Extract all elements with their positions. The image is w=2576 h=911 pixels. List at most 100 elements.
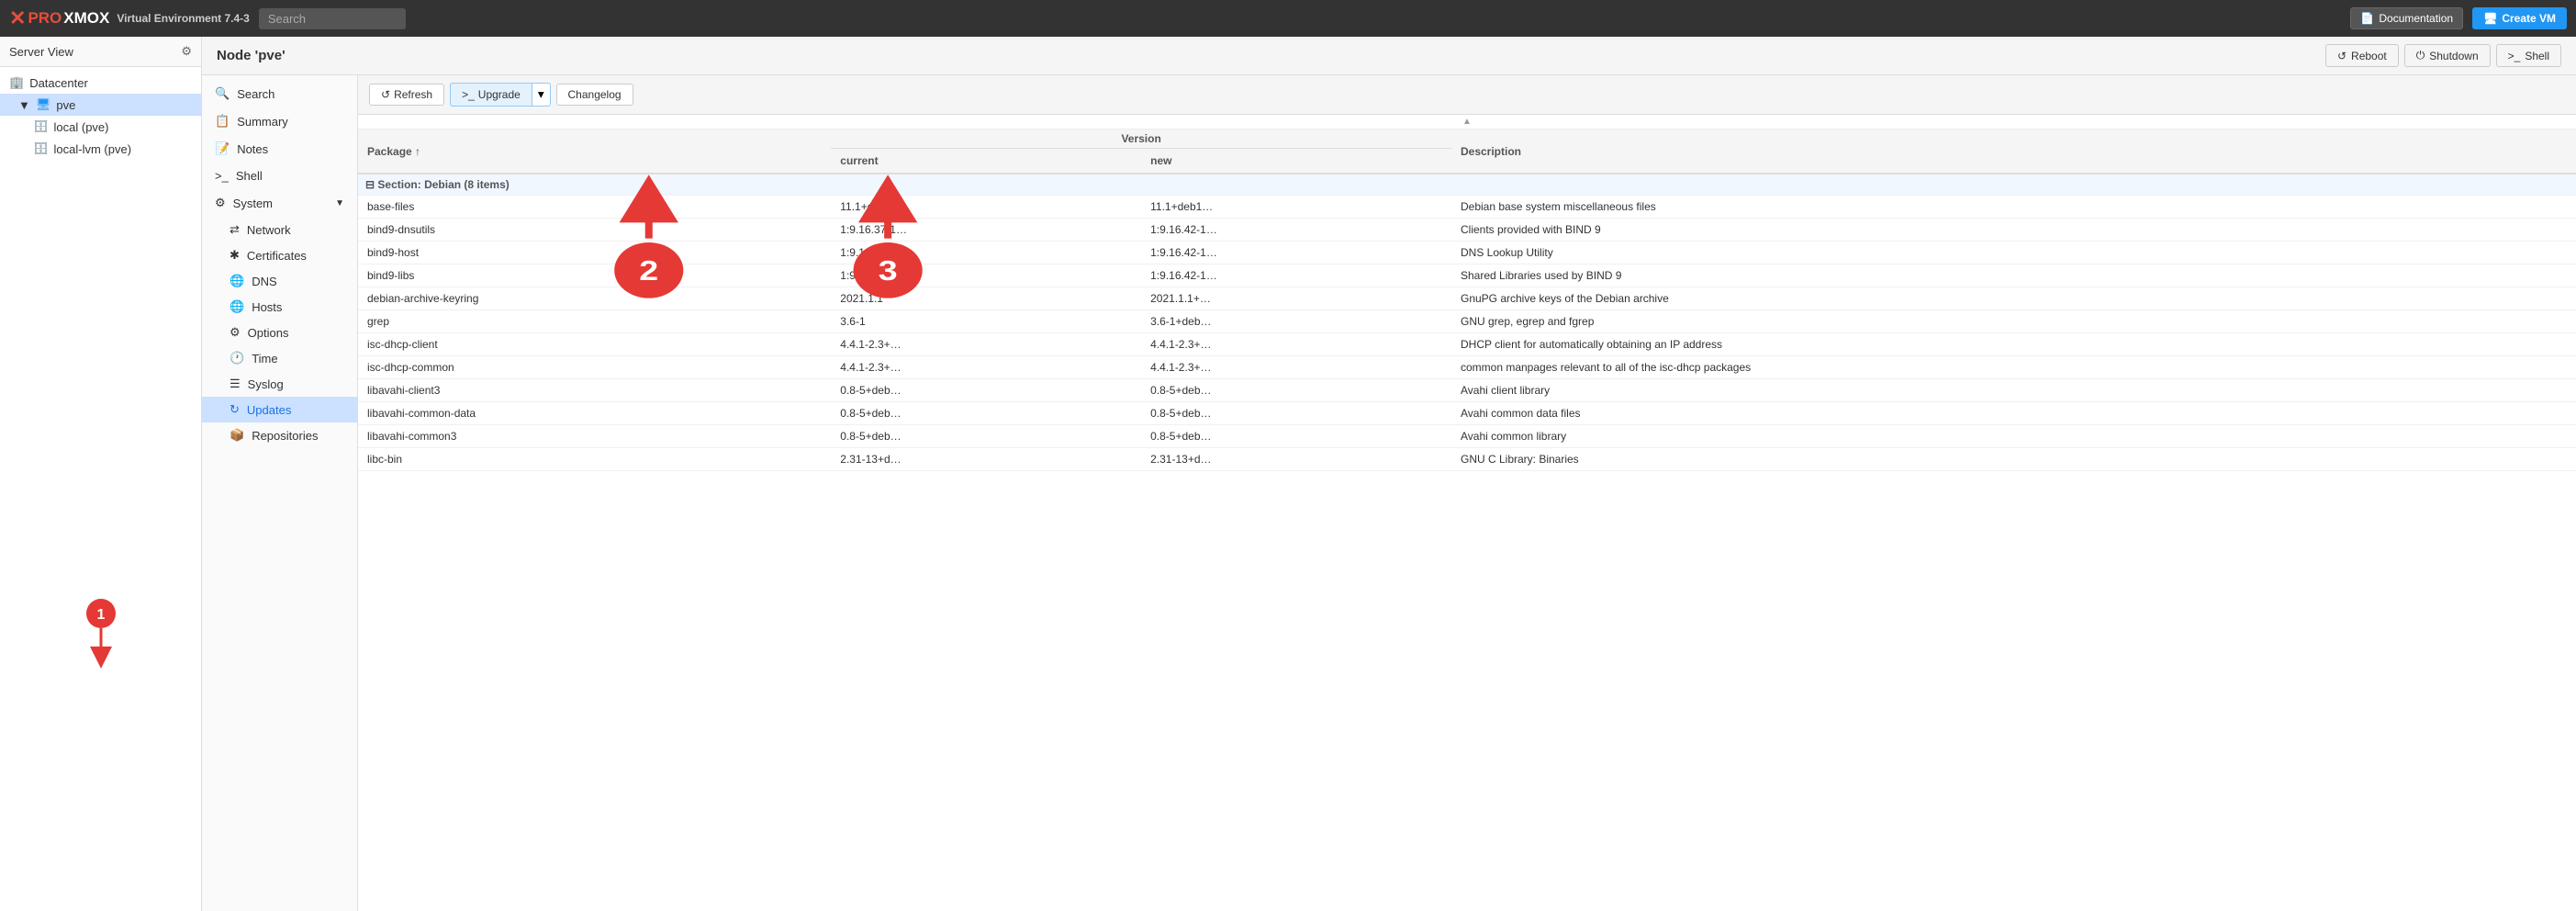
pkg-current: 1:9.16.37-1… [831, 242, 1141, 264]
power-icon: ⏻ [2416, 49, 2425, 62]
pkg-name: libavahi-common3 [358, 425, 831, 448]
nav-certificates[interactable]: ✱ Certificates [202, 242, 357, 268]
nav-dns[interactable]: 🌐 DNS [202, 268, 357, 294]
page-title: Node 'pve' [217, 48, 286, 63]
group-row: ⊟ Section: Debian (8 items) [358, 174, 2576, 196]
table-row[interactable]: grep 3.6-1 3.6-1+deb… GNU grep, egrep an… [358, 310, 2576, 333]
nav-search[interactable]: 🔍 Search [202, 80, 357, 107]
pkg-new: 4.4.1-2.3+… [1141, 333, 1451, 356]
col-package-header: Package ↑ [358, 129, 831, 174]
sidebar-item-local[interactable]: 🗄 local (pve) [0, 116, 201, 138]
table-row[interactable]: bind9-dnsutils 1:9.16.37-1… 1:9.16.42-1…… [358, 219, 2576, 242]
logo-x: ✕ [9, 6, 26, 30]
pkg-new: 2021.1.1+… [1141, 287, 1451, 310]
table-row[interactable]: debian-archive-keyring 2021.1.1 2021.1.1… [358, 287, 2576, 310]
package-panel: ↺ Refresh >_ Upgrade ▾ Changelog [358, 75, 2576, 911]
pkg-current: 0.8-5+deb… [831, 425, 1141, 448]
nav-shell[interactable]: >_ Shell [202, 163, 357, 189]
pkg-desc: GNU C Library: Binaries [1451, 448, 2576, 471]
table-row[interactable]: libavahi-common3 0.8-5+deb… 0.8-5+deb… A… [358, 425, 2576, 448]
pkg-new: 0.8-5+deb… [1141, 379, 1451, 402]
upgrade-button[interactable]: >_ Upgrade [450, 83, 532, 107]
scroll-indicator: ▲ [358, 115, 2576, 129]
package-table: Package ↑ Version Description cur [358, 129, 2576, 471]
dns-icon: 🌐 [230, 274, 244, 288]
table-row[interactable]: libc-bin 2.31-13+d… 2.31-13+d… GNU C Lib… [358, 448, 2576, 471]
shell-button[interactable]: >_ Shell [2496, 44, 2561, 67]
sidebar-title: Server View [9, 45, 73, 59]
server-icon: ▼ [18, 98, 30, 112]
refresh-icon: ↺ [381, 88, 390, 101]
pkg-new: 0.8-5+deb… [1141, 402, 1451, 425]
reboot-button[interactable]: ↺ Reboot [2325, 44, 2399, 67]
monitor-icon: 🖥 [2483, 12, 2497, 25]
table-row[interactable]: isc-dhcp-common 4.4.1-2.3+… 4.4.1-2.3+… … [358, 356, 2576, 379]
pkg-current: 1:9.16.37-1… [831, 264, 1141, 287]
node-header: Node 'pve' ↺ Reboot ⏻ Shutdown >_ Shell [202, 37, 2576, 75]
table-row[interactable]: libavahi-common-data 0.8-5+deb… 0.8-5+de… [358, 402, 2576, 425]
pkg-desc: DNS Lookup Utility [1451, 242, 2576, 264]
search-icon: 🔍 [215, 86, 230, 101]
refresh-button[interactable]: ↺ Refresh [369, 84, 444, 106]
pkg-current: 11.1+deb1… [831, 196, 1141, 219]
changelog-button[interactable]: Changelog [556, 84, 633, 106]
pkg-current: 1:9.16.37-1… [831, 219, 1141, 242]
pkg-current: 0.8-5+deb… [831, 379, 1141, 402]
upgrade-button-group: >_ Upgrade ▾ [450, 83, 550, 107]
pkg-name: grep [358, 310, 831, 333]
table-row[interactable]: isc-dhcp-client 4.4.1-2.3+… 4.4.1-2.3+… … [358, 333, 2576, 356]
topbar: ✕ PROXMOX Virtual Environment 7.4-3 📄 Do… [0, 0, 2576, 37]
pkg-desc: Avahi common library [1451, 425, 2576, 448]
nav-system[interactable]: ⚙ System ▼ [202, 189, 357, 217]
sidebar-item-pve[interactable]: ▼ 🖥 pve [0, 94, 201, 116]
nav-updates[interactable]: ↻ Updates [202, 397, 357, 422]
table-row[interactable]: libavahi-client3 0.8-5+deb… 0.8-5+deb… A… [358, 379, 2576, 402]
pkg-new: 1:9.16.42-1… [1141, 219, 1451, 242]
summary-icon: 📋 [215, 114, 230, 129]
table-row[interactable]: bind9-libs 1:9.16.37-1… 1:9.16.42-1… Sha… [358, 264, 2576, 287]
nav-options[interactable]: ⚙ Options [202, 320, 357, 345]
package-table-body: ⊟ Section: Debian (8 items) base-files 1… [358, 174, 2576, 471]
pkg-name: bind9-dnsutils [358, 219, 831, 242]
nav-syslog[interactable]: ☰ Syslog [202, 371, 357, 397]
pkg-desc: Avahi common data files [1451, 402, 2576, 425]
pkg-new: 4.4.1-2.3+… [1141, 356, 1451, 379]
nav-time[interactable]: 🕐 Time [202, 345, 357, 371]
shutdown-button[interactable]: ⏻ Shutdown [2404, 44, 2491, 67]
pkg-name: isc-dhcp-common [358, 356, 831, 379]
logo: ✕ PROXMOX Virtual Environment 7.4-3 [9, 6, 250, 30]
pkg-desc: Shared Libraries used by BIND 9 [1451, 264, 2576, 287]
sidebar-item-local-lvm[interactable]: 🗄 local-lvm (pve) [0, 138, 201, 160]
upgrade-terminal-icon: >_ [462, 88, 475, 101]
sidebar: Server View ⚙ 🏢 Datacenter ▼ 🖥 pve 🗄 loc… [0, 37, 202, 911]
pkg-new: 2.31-13+d… [1141, 448, 1451, 471]
pkg-current: 4.4.1-2.3+… [831, 356, 1141, 379]
repo-icon: 📦 [230, 428, 244, 443]
node-actions: ↺ Reboot ⏻ Shutdown >_ Shell [2325, 44, 2561, 67]
syslog-icon: ☰ [230, 377, 241, 391]
documentation-button[interactable]: 📄 Documentation [2350, 7, 2463, 29]
content-area: Node 'pve' ↺ Reboot ⏻ Shutdown >_ Shell [202, 37, 2576, 911]
table-row[interactable]: bind9-host 1:9.16.37-1… 1:9.16.42-1… DNS… [358, 242, 2576, 264]
pkg-desc: Debian base system miscellaneous files [1451, 196, 2576, 219]
col-desc-header: Description [1451, 129, 2576, 174]
nav-hosts[interactable]: 🌐 Hosts [202, 294, 357, 320]
col-current-header: current [831, 149, 1141, 174]
pkg-desc: common manpages relevant to all of the i… [1451, 356, 2576, 379]
table-row[interactable]: base-files 11.1+deb1… 11.1+deb1… Debian … [358, 196, 2576, 219]
nav-network[interactable]: ⇄ Network [202, 217, 357, 242]
nav-summary[interactable]: 📋 Summary [202, 107, 357, 135]
gear-icon[interactable]: ⚙ [181, 44, 192, 59]
top-search-input[interactable] [259, 8, 406, 29]
upgrade-split-button[interactable]: ▾ [532, 83, 551, 107]
terminal-icon: >_ [2508, 50, 2521, 62]
nav-repositories[interactable]: 📦 Repositories [202, 422, 357, 448]
pkg-new: 3.6-1+deb… [1141, 310, 1451, 333]
create-vm-button[interactable]: 🖥 Create VM [2472, 7, 2567, 29]
pkg-name: libc-bin [358, 448, 831, 471]
sidebar-item-datacenter[interactable]: 🏢 Datacenter [0, 72, 201, 94]
pkg-new: 1:9.16.42-1… [1141, 242, 1451, 264]
package-table-wrapper[interactable]: ▲ Package ↑ Version De [358, 115, 2576, 911]
nav-notes[interactable]: 📝 Notes [202, 135, 357, 163]
pkg-name: bind9-host [358, 242, 831, 264]
